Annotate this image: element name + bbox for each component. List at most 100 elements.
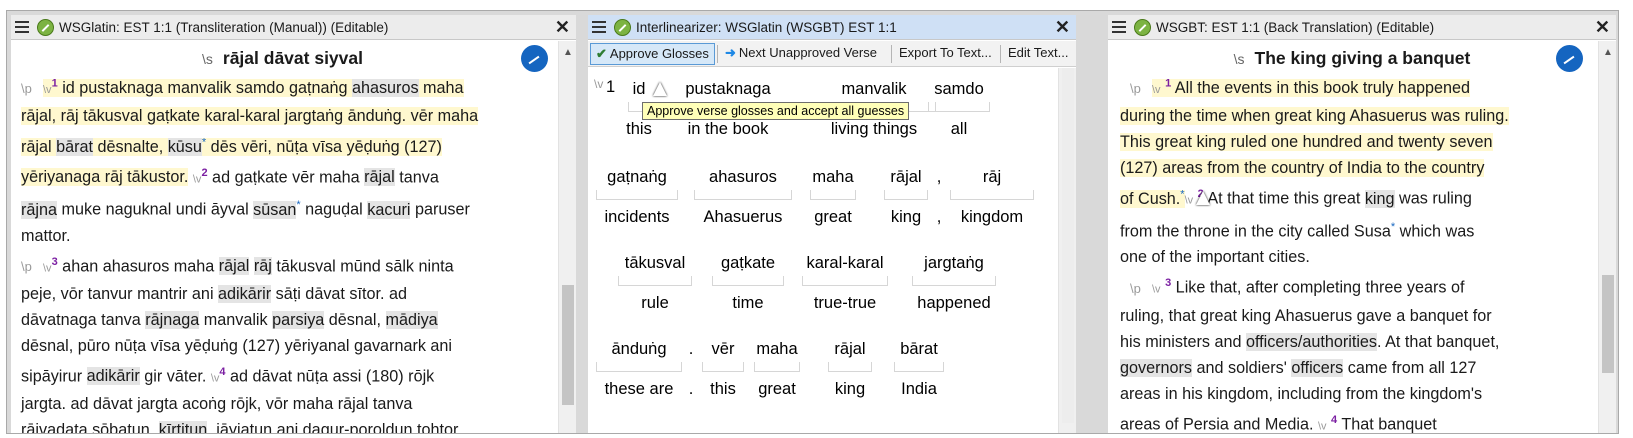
- interlinear-gloss[interactable]: incidents: [588, 208, 686, 227]
- text-run: parsiya: [272, 310, 325, 329]
- text-run: rājnaga: [145, 310, 200, 329]
- text-run: came from all 127: [1343, 358, 1477, 377]
- text-editor[interactable]: \s The king giving a banquet \p \v 1 All t…: [1108, 41, 1598, 433]
- verse-number: 1: [606, 78, 616, 96]
- text-run: At that time this great: [1203, 189, 1365, 208]
- interlinear-gloss[interactable]: Ahasuerus: [686, 208, 800, 227]
- text-run: manvalik: [199, 310, 273, 329]
- gloss-box[interactable]: [618, 276, 692, 286]
- approve-glosses-button[interactable]: ✔ Approve Glosses: [590, 43, 715, 65]
- scroll-thumb[interactable]: [562, 285, 574, 405]
- paratext-logo-icon: [614, 19, 631, 36]
- interlinear-gloss[interactable]: great: [746, 380, 808, 399]
- heading-text: The king giving a banquet: [1254, 48, 1471, 68]
- verse-marker: \v: [1184, 194, 1194, 207]
- gloss-box[interactable]: [950, 190, 1034, 200]
- text-run: was ruling: [1394, 189, 1472, 208]
- interlinearizer-pane: Interlinearizer: WSGlatin (WSGBT) EST 1:…: [588, 15, 1076, 433]
- gloss-box[interactable]: [828, 362, 872, 372]
- section-heading: \s The king giving a banquet: [1120, 41, 1584, 71]
- close-icon[interactable]: ✕: [555, 17, 570, 38]
- edit-text-button[interactable]: Edit Text...: [1003, 43, 1073, 65]
- text-run: rājna: [21, 200, 57, 219]
- text-run: which was: [1395, 222, 1475, 241]
- next-unapproved-verse-button[interactable]: ➜ Next Unapproved Verse: [720, 43, 882, 65]
- paragraph: \p \v 3 Like that, after completing three…: [1120, 270, 1584, 433]
- close-icon[interactable]: ✕: [1595, 17, 1610, 38]
- interlinear-word: tākusval: [624, 254, 686, 272]
- gloss-box[interactable]: [810, 190, 856, 200]
- text-run: areas of Persia and Media.: [1120, 414, 1314, 433]
- text-run: during the time when great king Ahasueru…: [1120, 107, 1509, 126]
- text-run: kūsu: [167, 137, 202, 156]
- toolbar-separator: [891, 45, 892, 63]
- menu-icon[interactable]: [1112, 21, 1126, 33]
- scroll-up-icon[interactable]: ▲: [563, 47, 573, 58]
- gloss-box[interactable]: [928, 102, 990, 112]
- interlinear-word: gaṭkate: [720, 254, 776, 272]
- close-icon[interactable]: ✕: [1055, 17, 1070, 38]
- arrow-right-icon: ➜: [725, 45, 736, 60]
- interlinear-gloss[interactable]: true-true: [794, 294, 896, 313]
- pane-title: WSGlatin: EST 1:1 (Transliteration (Manu…: [59, 20, 389, 35]
- gloss-box[interactable]: [702, 362, 744, 372]
- interlinear-gloss[interactable]: India: [886, 380, 952, 399]
- gloss-box[interactable]: [596, 190, 678, 200]
- interlinear-gloss[interactable]: happened: [904, 294, 1004, 313]
- interlinear-gloss[interactable]: time: [704, 294, 792, 313]
- interlinear-gloss[interactable]: all: [920, 120, 998, 139]
- text-run: muke naguknal undi āyval: [57, 200, 254, 219]
- transliteration-pane: WSGlatin: EST 1:1 (Transliteration (Manu…: [11, 15, 576, 434]
- vertical-scrollbar[interactable]: ▲: [558, 41, 576, 433]
- text-editor[interactable]: \s rājal dāvat siyval \p \v1 id pustaknaga…: [11, 41, 558, 434]
- interlinear-gloss[interactable]: in the book: [652, 120, 804, 139]
- text-run: ad dāvat nūṭa assi (180) rōjk: [225, 367, 435, 386]
- scroll-thumb[interactable]: [1602, 275, 1614, 373]
- button-label: Edit Text...: [1008, 45, 1069, 60]
- menu-icon[interactable]: [592, 21, 606, 33]
- paragraph-marker: \p: [21, 258, 32, 274]
- interlinear-gloss[interactable]: kingdom: [942, 208, 1042, 227]
- gloss-box[interactable]: [894, 362, 944, 372]
- gloss-box[interactable]: [802, 276, 888, 286]
- button-label: Export To Text...: [899, 45, 992, 60]
- approve-tooltip: Approve verse glosses and accept all gue…: [642, 102, 910, 120]
- checkmark-icon: ✔: [596, 46, 607, 61]
- text-run: rājvaḍata sōbatun,: [21, 421, 159, 434]
- text-run: . At that banquet,: [1377, 332, 1500, 351]
- interlinear-gloss[interactable]: these are: [588, 380, 690, 399]
- scroll-up-icon[interactable]: ▲: [1603, 47, 1613, 58]
- scroll-track[interactable]: [1062, 68, 1074, 423]
- interlinear-word: gaṭnaṅg: [607, 168, 667, 186]
- verse-number: 1: [1165, 78, 1172, 90]
- menu-icon[interactable]: [15, 21, 29, 33]
- gloss-box[interactable]: [694, 190, 792, 200]
- interlinear-word: karal-karal: [806, 254, 884, 272]
- text-run: tanva: [394, 168, 439, 187]
- vertical-scrollbar[interactable]: ▲: [1598, 41, 1616, 433]
- interlinear-gloss[interactable]: great: [802, 208, 864, 227]
- gloss-box[interactable]: [596, 362, 682, 372]
- text-run: ad gaṭkate vēr maha: [207, 168, 365, 187]
- heading-marker: \s: [1233, 51, 1245, 67]
- text-run: and soldiers': [1191, 358, 1292, 377]
- interlinear-gloss[interactable]: this: [694, 380, 752, 399]
- text-run: officers/authorities: [1245, 332, 1378, 351]
- toolbar-separator: [717, 45, 718, 63]
- text-run: ahan ahasuros maha: [57, 256, 219, 275]
- text-run: of Cush.: [1120, 189, 1181, 208]
- gloss-box[interactable]: [884, 190, 928, 200]
- vertical-scrollbar[interactable]: [1058, 68, 1076, 433]
- verse-marker: \v: [1317, 419, 1327, 432]
- interlinear-word: id: [632, 80, 646, 98]
- interlinear-gloss[interactable]: rule: [610, 294, 700, 313]
- verse-marker: \v: [1152, 84, 1161, 97]
- gloss-box[interactable]: [712, 276, 784, 286]
- pane-title: Interlinearizer: WSGlatin (WSGBT) EST 1:…: [636, 20, 897, 35]
- gloss-box[interactable]: [912, 276, 996, 286]
- interlinear-gloss[interactable]: king: [820, 380, 880, 399]
- export-to-text-button[interactable]: Export To Text...: [894, 43, 997, 65]
- gloss-box[interactable]: [754, 362, 800, 372]
- interlinear-word: rājal: [834, 340, 866, 358]
- text-run: his ministers and: [1120, 332, 1246, 351]
